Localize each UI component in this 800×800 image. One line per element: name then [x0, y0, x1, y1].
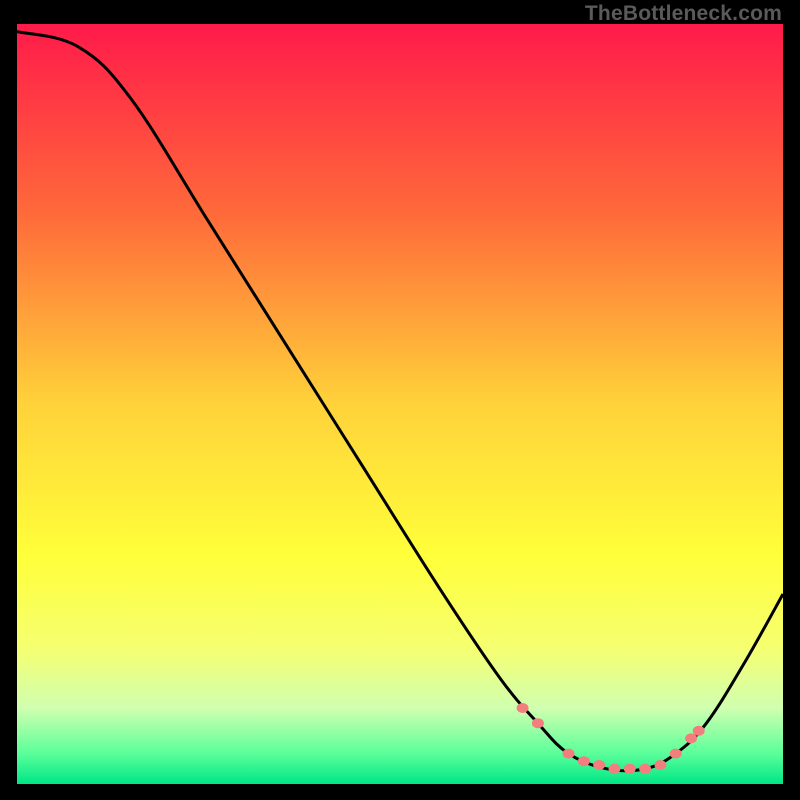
- data-marker: [693, 726, 705, 736]
- data-marker: [639, 764, 651, 774]
- data-markers: [517, 703, 705, 774]
- data-marker: [685, 733, 697, 743]
- bottleneck-curve: [17, 32, 783, 771]
- data-marker: [624, 764, 636, 774]
- plot-area: [17, 24, 783, 784]
- data-marker: [593, 760, 605, 770]
- data-marker: [670, 749, 682, 759]
- chart-container: TheBottleneck.com: [0, 0, 800, 800]
- data-marker: [532, 718, 544, 728]
- data-marker: [608, 764, 620, 774]
- watermark-label: TheBottleneck.com: [585, 2, 782, 26]
- data-marker: [654, 760, 666, 770]
- data-marker: [563, 749, 575, 759]
- curve-layer: [17, 24, 783, 784]
- data-marker: [578, 756, 590, 766]
- data-marker: [517, 703, 529, 713]
